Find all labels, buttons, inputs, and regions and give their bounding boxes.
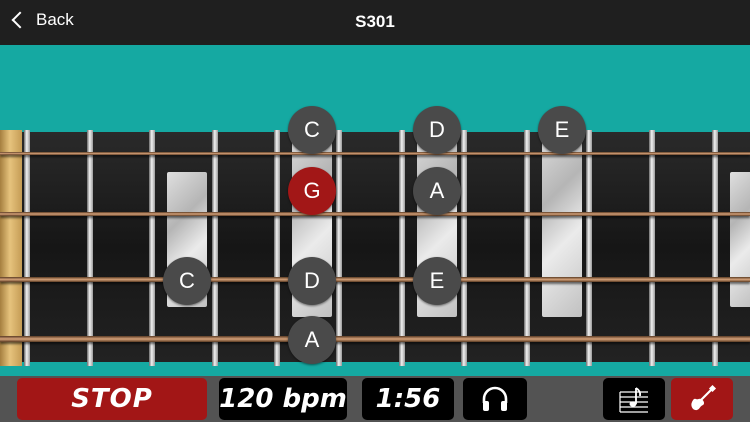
stop-label: STOP [71,384,153,414]
string [0,152,750,155]
note-marker[interactable]: D [413,106,461,154]
string [0,336,750,342]
fretboard: C D E G A C D E A [0,106,750,366]
note-label: C [304,117,320,142]
note-marker[interactable]: E [413,257,461,305]
time-display[interactable]: 1:56 [362,378,454,420]
note-marker[interactable]: C [288,106,336,154]
note-marker[interactable]: C [163,257,211,305]
sheet-music-button[interactable] [603,378,665,420]
top-bar: Back S301 [0,0,750,45]
nut [0,130,22,366]
note-marker-active[interactable]: G [288,167,336,215]
fret [24,130,30,366]
bottom-toolbar: STOP 120 bpm 1:56 [0,376,750,422]
time-label: 1:56 [375,384,441,414]
string [0,212,750,216]
fret [649,130,655,366]
fret [274,130,280,366]
fret [87,130,93,366]
tempo-button[interactable]: 120 bpm [219,378,347,420]
note-label: D [429,117,445,142]
fret [399,130,405,366]
fret [336,130,342,366]
fret [461,130,467,366]
fretboard-area: C D E G A C D E A [0,45,750,376]
fret [586,130,592,366]
fret [149,130,155,366]
instrument-button[interactable] [671,378,733,420]
note-label: A [304,327,320,352]
note-marker[interactable]: D [288,257,336,305]
note-label: C [179,268,195,293]
fret [712,130,718,366]
note-marker[interactable]: E [538,106,586,154]
stop-button[interactable]: STOP [17,378,207,420]
sheet-music-icon [619,387,648,413]
fret-inlay [730,172,750,307]
string [0,277,750,282]
fret [212,130,218,366]
guitar-icon [691,384,717,411]
fretboard-wood [22,132,750,362]
note-label: E [429,268,445,293]
tempo-label: 120 bpm [219,384,347,414]
note-label: D [304,268,320,293]
note-label: E [554,117,570,142]
note-marker[interactable]: A [413,167,461,215]
note-label: A [429,178,445,203]
headphones-button[interactable] [463,378,527,420]
fret [524,130,530,366]
fret-inlay [542,127,582,317]
note-label: G [303,178,321,203]
note-marker[interactable]: A [288,316,336,364]
headphones-icon [482,386,508,411]
page-title: S301 [355,12,395,31]
